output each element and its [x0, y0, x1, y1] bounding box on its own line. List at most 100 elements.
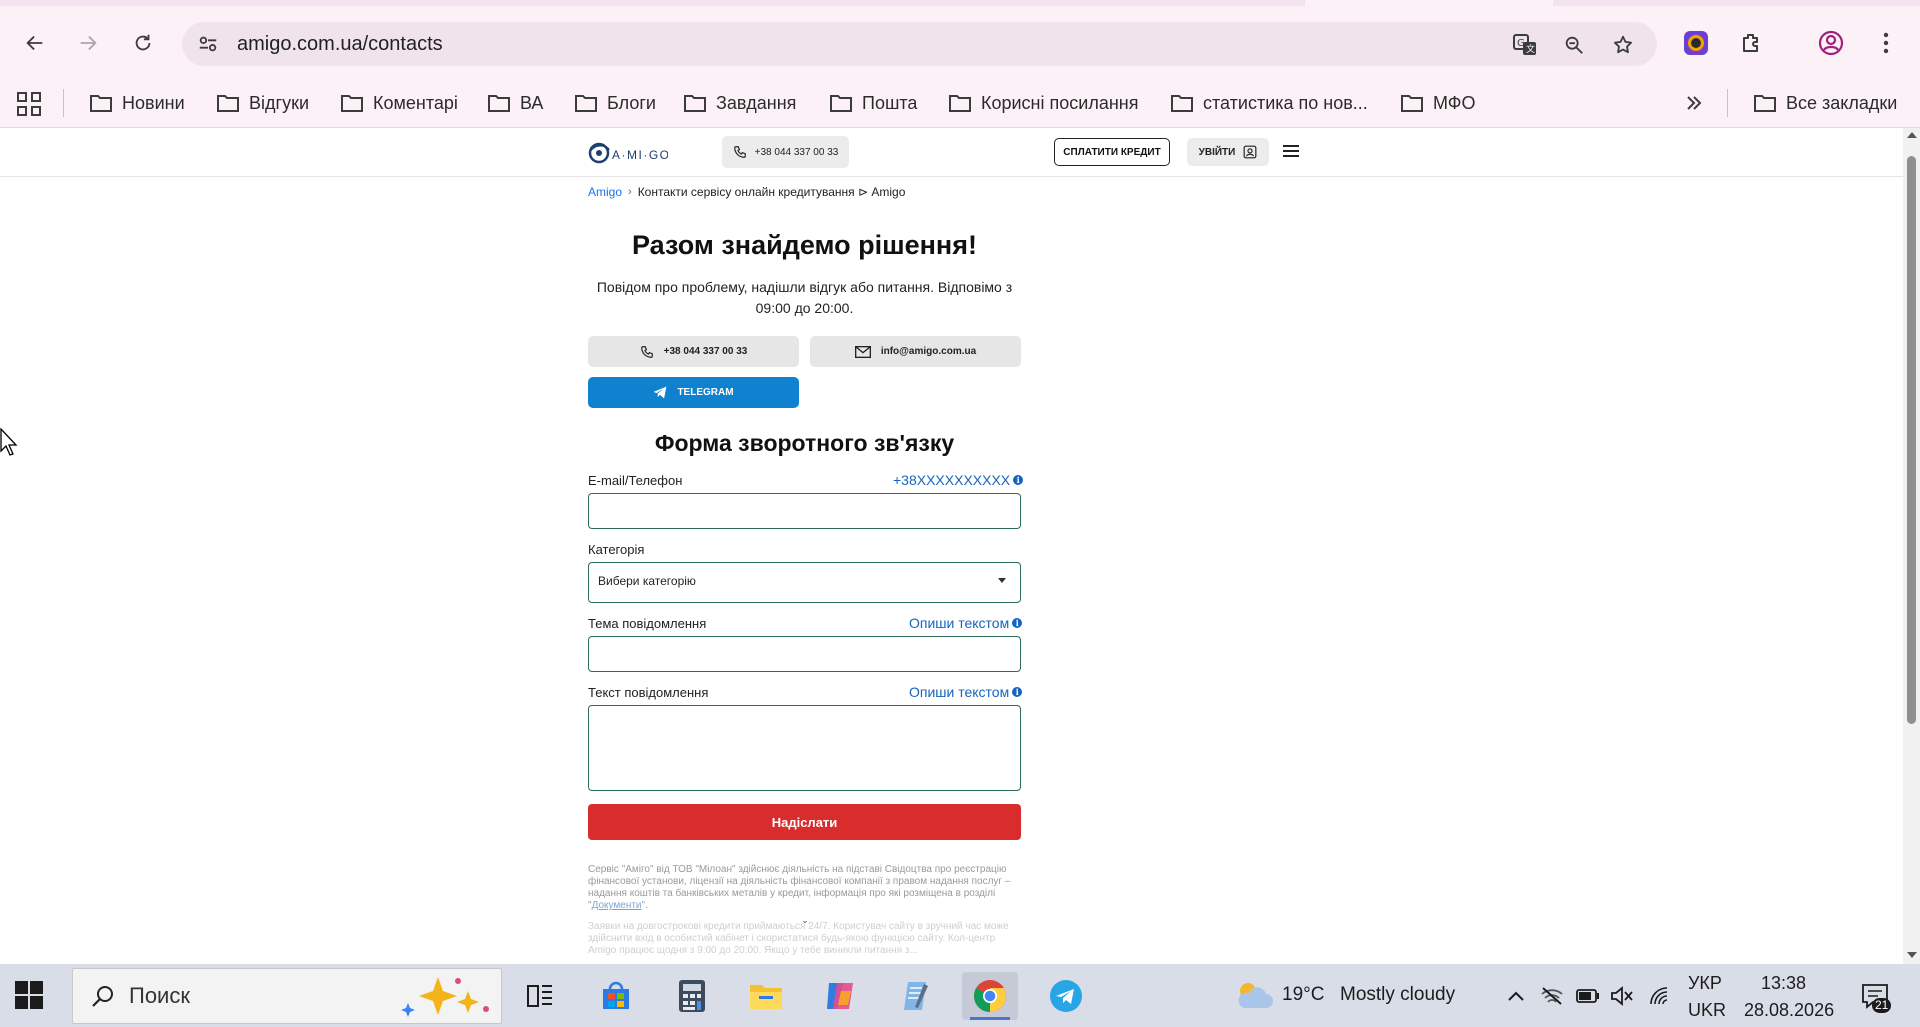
breadcrumb: Amigo › Контакти сервісу онлайн кредитув… [588, 185, 905, 199]
message-field-label: Текст повідомлення [588, 685, 709, 700]
notifications-icon[interactable]: 21 [1858, 978, 1892, 1014]
telegram-taskbar-icon[interactable] [1038, 972, 1094, 1020]
url-text[interactable]: amigo.com.ua/contacts [237, 33, 443, 56]
pay-credit-button[interactable]: СПЛАТИТИ КРЕДИТ [1054, 138, 1170, 166]
bookmark-folder[interactable]: Коментарі [341, 88, 458, 118]
bookmark-folder[interactable]: Пошта [830, 88, 917, 118]
breadcrumb-current: Контакти сервісу онлайн кредитування ⊳ A… [637, 185, 906, 199]
contact-field-label: E-mail/Телефон [588, 473, 683, 488]
profile-icon[interactable] [1814, 26, 1848, 60]
chrome-taskbar-icon[interactable] [962, 972, 1018, 1020]
form-title: Форма зворотного зв'язку [654, 430, 955, 456]
folder-icon [830, 95, 852, 112]
mouse-cursor-icon [0, 428, 18, 456]
bookmark-folder[interactable]: МФО [1401, 88, 1475, 118]
file-explorer-icon[interactable] [738, 972, 794, 1020]
telegram-button[interactable]: TELEGRAM [588, 377, 799, 408]
address-bar[interactable]: amigo.com.ua/contacts G文 [182, 22, 1657, 66]
copilot-icon[interactable] [812, 972, 868, 1020]
apps-grid-icon[interactable] [16, 91, 42, 117]
notepad-app-icon[interactable] [888, 972, 944, 1020]
forward-button[interactable] [71, 26, 105, 60]
folder-icon [488, 95, 510, 112]
hamburger-menu-icon[interactable] [1283, 140, 1303, 162]
breadcrumb-home-link[interactable]: Amigo [588, 185, 622, 199]
folder-icon [90, 95, 112, 112]
folder-icon [1401, 95, 1423, 112]
zoom-icon[interactable] [1561, 32, 1587, 58]
user-icon [1243, 145, 1257, 159]
site-info-icon[interactable] [195, 31, 221, 57]
folder-icon [1754, 95, 1776, 112]
bookmark-folder[interactable]: статистика по нов... [1171, 88, 1368, 118]
login-button[interactable]: УВІЙТИ [1187, 138, 1269, 166]
bookmark-folder[interactable]: Новини [90, 88, 185, 118]
arrow-right-icon [80, 35, 97, 51]
weather-cloud-icon[interactable] [1234, 978, 1274, 1012]
header-phone-button[interactable]: +38 044 337 00 33 [722, 136, 849, 168]
subject-field-label: Тема повідомлення [588, 616, 707, 631]
bookmark-star-icon[interactable] [1610, 32, 1636, 58]
search-icon [92, 986, 113, 1007]
bookmark-folder[interactable]: Блоги [575, 88, 656, 118]
weather-description[interactable]: Mostly cloudy [1340, 984, 1455, 1006]
category-select[interactable]: Вибери категорію [588, 562, 1021, 603]
scroll-thumb[interactable] [1907, 156, 1916, 724]
info-icon: i [1012, 618, 1023, 628]
info-icon: i [1013, 475, 1024, 485]
browser-menu-icon[interactable] [1869, 26, 1903, 60]
translate-icon[interactable]: G文 [1512, 32, 1538, 58]
taskbar-search-box[interactable]: Поиск [72, 968, 502, 1024]
bookmark-folder[interactable]: ВА [488, 88, 543, 118]
scroll-down-arrow-icon[interactable] [1907, 952, 1917, 958]
submit-button[interactable]: Надіслати [588, 804, 1021, 840]
email-contact-button[interactable]: info@amigo.com.ua [810, 336, 1021, 367]
network-disabled-icon[interactable] [1540, 984, 1564, 1008]
contact-input[interactable] [588, 493, 1021, 529]
bookmark-folder[interactable]: Корисні посилання [949, 88, 1138, 118]
clock-time[interactable]: 13:38 [1761, 973, 1806, 994]
windows-start-icon[interactable] [14, 980, 44, 1010]
subject-input[interactable] [588, 636, 1021, 672]
extensions-icon[interactable] [1735, 26, 1769, 60]
microsoft-store-icon[interactable] [588, 972, 644, 1020]
sparkle-icon [401, 977, 489, 1017]
input-language-bottom[interactable]: UKR [1688, 1000, 1726, 1021]
phone-contact-button[interactable]: +38 044 337 00 33 [588, 336, 799, 367]
bookmark-folder[interactable]: Відгуки [217, 88, 309, 118]
legal-text-license: Сервіс "Аміго" від ТОВ "Мілоан" здійснює… [588, 864, 1011, 911]
input-language-top[interactable]: УКР [1688, 973, 1722, 994]
bookmarks-overflow-button[interactable] [1685, 88, 1703, 118]
message-textarea[interactable] [588, 705, 1021, 791]
folder-icon [575, 95, 597, 112]
all-bookmarks-button[interactable]: Все закладки [1754, 88, 1897, 118]
arrow-left-icon [26, 35, 43, 51]
bookmark-folder[interactable]: Завдання [684, 88, 796, 118]
folder-icon [949, 95, 971, 112]
page-scrollbar[interactable] [1903, 128, 1920, 964]
back-button[interactable] [18, 26, 52, 60]
phone-icon [640, 345, 653, 358]
subject-hint[interactable]: Опиши текстом i [909, 615, 1023, 631]
wifi-icon[interactable] [1648, 984, 1672, 1008]
amigo-logo[interactable]: A·MI·GO [588, 138, 669, 168]
volume-muted-icon[interactable] [1610, 984, 1634, 1008]
color-extension-icon[interactable] [1679, 26, 1713, 60]
documents-link[interactable]: Документи [592, 900, 642, 911]
battery-icon[interactable] [1576, 984, 1600, 1008]
scroll-up-arrow-icon[interactable] [1907, 132, 1917, 138]
clock-date[interactable]: 28.08.2026 [1744, 1000, 1834, 1021]
category-selected-value: Вибери категорію [598, 574, 696, 588]
bookmarks-separator [63, 89, 64, 117]
reload-button[interactable] [126, 26, 160, 60]
task-view-icon[interactable] [512, 972, 568, 1020]
mail-icon [854, 345, 871, 358]
weather-temperature[interactable]: 19°C [1282, 984, 1324, 1006]
message-hint[interactable]: Опиши текстом i [909, 684, 1023, 700]
telegram-icon [654, 386, 667, 399]
tray-overflow-chevron-icon[interactable] [1504, 984, 1528, 1008]
calculator-icon[interactable] [664, 972, 720, 1020]
contact-format-hint[interactable]: +38XXXXXXXXXX i [893, 472, 1024, 488]
bookmarks-separator [1727, 89, 1728, 117]
web-page: A·MI·GO +38 044 337 00 33 СПЛАТИТИ КРЕДИ… [0, 128, 1903, 964]
